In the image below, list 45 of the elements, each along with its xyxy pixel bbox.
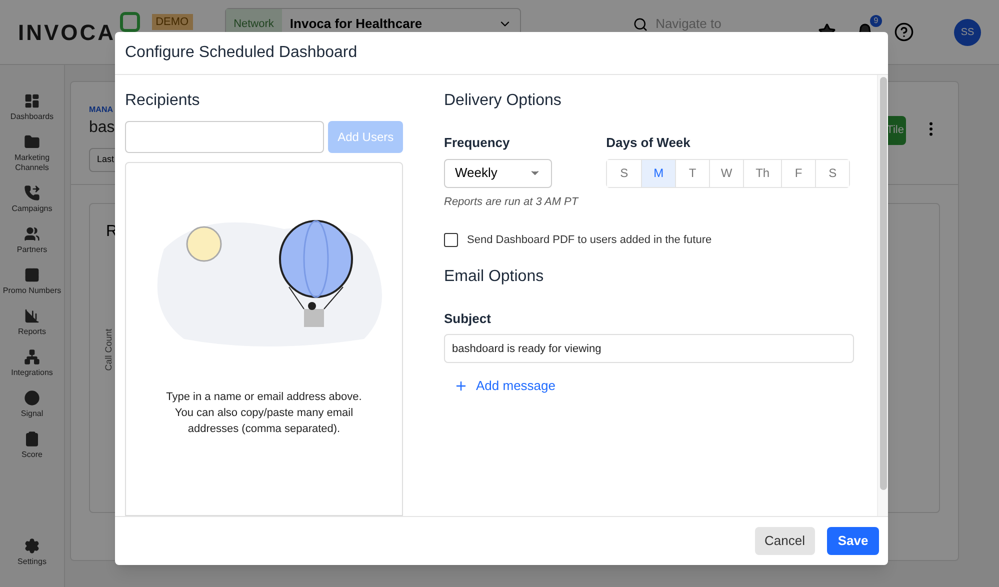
sidebar-item[interactable]: Partners [0, 226, 64, 255]
sidebar-item[interactable]: Dashboards [0, 93, 64, 122]
axis-label: Call Count [102, 328, 114, 371]
scrollbar-thumb[interactable] [880, 77, 886, 490]
help-icon[interactable] [894, 22, 914, 42]
days-label: Days of Week [606, 134, 692, 152]
network-value: Invoca for Healthcare [288, 15, 424, 34]
frequency-note: Reports are run at 3 AM PT [444, 194, 578, 210]
user-avatar[interactable]: SS [954, 18, 981, 46]
subject-input[interactable]: bashdoard is ready for viewing [444, 334, 854, 363]
frequency-label: Frequency [444, 134, 511, 152]
plus-icon [454, 378, 468, 393]
search-icon [632, 16, 648, 32]
day-toggle[interactable]: S [815, 160, 850, 186]
page-title: bas [89, 118, 116, 138]
sidebar-item[interactable]: Marketing Channels [0, 134, 64, 173]
frequency-select[interactable]: Weekly [444, 158, 552, 188]
save-button[interactable]: Save [827, 527, 879, 555]
notification-badge: 9 [870, 15, 882, 27]
future-users-label: Send Dashboard PDF to users added in the future [467, 233, 712, 248]
phone-icon [24, 185, 40, 201]
dashboard-icon [24, 93, 40, 109]
future-users-checkbox[interactable] [444, 233, 458, 248]
people-icon [24, 226, 40, 242]
recipient-input[interactable] [125, 121, 324, 153]
add-message-button[interactable]: Add message [454, 376, 556, 396]
sidebar-item[interactable]: Signal [0, 390, 64, 419]
delivery-heading: Delivery Options [444, 91, 562, 111]
empty-state-text: Type in a name or email address above. You can also copy/paste many email addresses (comma separated). [165, 390, 363, 437]
sidebar-item[interactable]: Score [0, 431, 64, 460]
demo-badge: DEMO [152, 14, 193, 30]
sidebar-item[interactable]: Campaigns [0, 185, 64, 214]
recipients-heading: Recipients [125, 91, 201, 111]
subject-label: Subject [444, 310, 492, 328]
folder-icon [24, 134, 40, 150]
logo: INVOCA [18, 18, 116, 46]
cancel-button[interactable]: Cancel [754, 527, 815, 555]
network-icon [24, 349, 40, 365]
email-heading: Email Options [444, 266, 545, 286]
dialog-title: Configure Scheduled Dashboard [125, 43, 358, 63]
day-toggle[interactable]: M [641, 160, 676, 186]
sidebar-item[interactable]: Integrations [0, 349, 64, 378]
sidebar-item[interactable]: Promo Numbers [0, 267, 64, 296]
sidebar-item[interactable]: Reports [0, 308, 64, 337]
sidebar-item[interactable]: Settings [0, 538, 64, 567]
